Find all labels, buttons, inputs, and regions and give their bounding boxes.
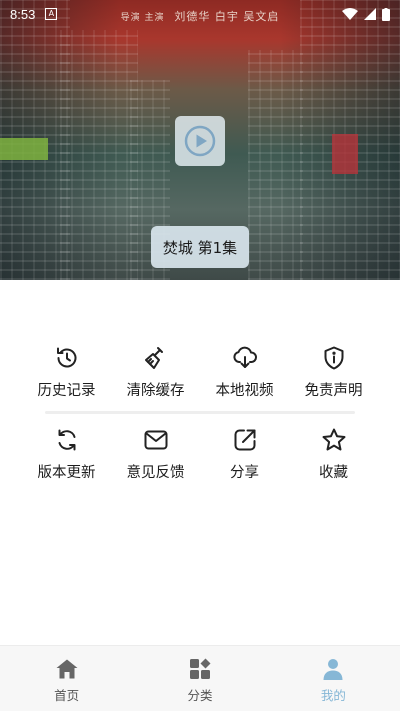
play-icon [184,125,216,157]
status-time: 8:53 [10,6,36,22]
menu-row: 版本更新 意见反馈 分享 收藏 [22,427,378,482]
shield-info-icon [324,346,343,370]
home-icon [56,659,78,679]
broom-icon [144,347,163,369]
menu-label: 版本更新 [37,465,96,481]
battery-icon [382,7,390,21]
menu-feedback[interactable]: 意见反馈 [111,427,200,482]
user-icon [323,659,343,680]
refresh-icon [58,429,75,451]
nav-category[interactable]: 分类 [133,646,266,711]
poster-sign [0,138,48,160]
star-icon [322,428,345,451]
menu-share[interactable]: 分享 [200,427,289,482]
cloud-download-icon [232,346,257,368]
menu-disclaimer[interactable]: 免责声明 [289,345,378,400]
menu-divider [45,411,355,414]
menu-local-video[interactable]: 本地视频 [200,345,289,400]
menu-label: 清除缓存 [126,383,185,399]
play-button[interactable] [175,116,225,166]
nav-mine[interactable]: 我的 [267,646,400,711]
share-icon [234,429,255,451]
nav-label: 我的 [320,688,346,703]
poster-building [60,30,138,280]
menu-label: 历史记录 [37,383,96,399]
status-indicator: A [45,8,58,20]
nav-label: 分类 [187,688,213,703]
menu-clear-cache[interactable]: 清除缓存 [111,345,200,400]
nav-label: 首页 [54,688,80,703]
signal-icon [364,8,376,20]
menu-label: 免责声明 [304,383,363,399]
nav-home[interactable]: 首页 [0,646,133,711]
menu-label: 收藏 [319,465,348,481]
episode-chip[interactable]: 焚城 第1集 [151,226,249,268]
status-icons [342,7,390,21]
menu-label: 分享 [230,465,259,481]
menu-label: 意见反馈 [126,465,185,481]
category-icon [189,658,211,679]
menu-favorites[interactable]: 收藏 [289,427,378,482]
episode-label: 焚城 第1集 [162,238,238,257]
bottom-nav: 首页 分类 我的 [0,645,400,711]
mail-icon [144,430,167,450]
menu-version-update[interactable]: 版本更新 [22,427,111,482]
poster-building [248,50,303,280]
menu-row: 历史记录 清除缓存 本地视频 免责声明 [22,345,378,400]
poster-sign [332,134,358,174]
status-bar: 8:53 A [0,0,400,28]
history-icon [56,347,76,368]
menu-history[interactable]: 历史记录 [22,345,111,400]
menu-label: 本地视频 [215,383,274,399]
wifi-icon [342,8,358,20]
video-poster[interactable]: 导演 主演 刘德华 白宇 吴文启 8:53 A 焚城 第1集 [0,0,400,280]
